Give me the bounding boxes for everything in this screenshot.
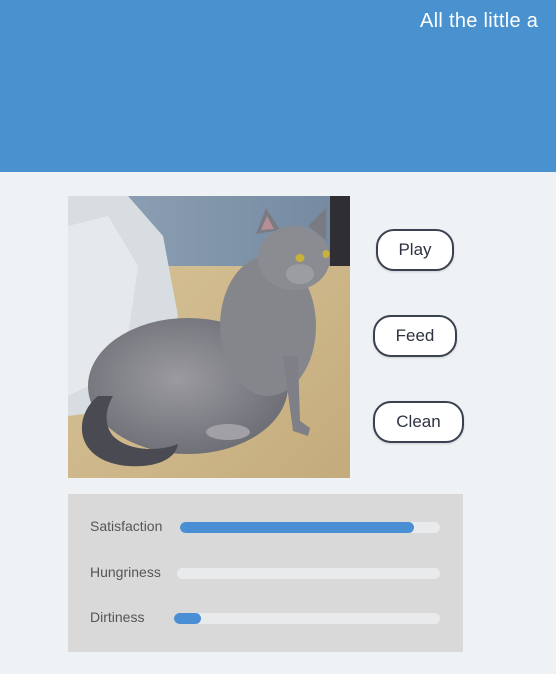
stat-row-hungriness: Hungriness [68, 563, 463, 583]
dirtiness-bar-fill [174, 613, 201, 624]
header-title: All the little a [420, 10, 539, 32]
satisfaction-bar-fill [180, 522, 414, 533]
clean-button[interactable]: Clean [373, 401, 464, 443]
satisfaction-label: Satisfaction [90, 518, 163, 534]
pet-photo [68, 196, 350, 478]
stat-row-satisfaction: Satisfaction [68, 517, 463, 537]
dirtiness-bar [174, 613, 440, 624]
stat-row-dirtiness: Dirtiness [68, 608, 463, 628]
gray-cat-photo-icon [68, 196, 350, 478]
hungriness-bar [177, 568, 440, 579]
feed-button[interactable]: Feed [373, 315, 457, 357]
dirtiness-label: Dirtiness [90, 609, 145, 625]
app-header: All the little a [0, 0, 556, 172]
hungriness-label: Hungriness [90, 564, 161, 580]
play-button[interactable]: Play [376, 229, 454, 271]
satisfaction-bar [180, 522, 440, 533]
